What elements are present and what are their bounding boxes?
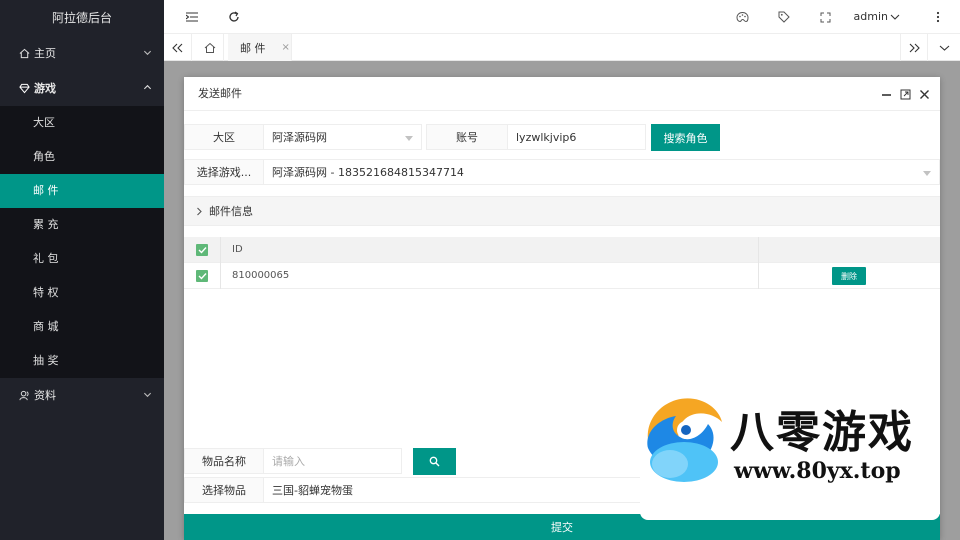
user-menu[interactable]: admin <box>854 0 900 34</box>
user-icon <box>16 390 32 401</box>
watermark-title: 八零游戏 <box>730 407 914 458</box>
select-item-select[interactable]: 三国-貂蝉宠物蛋 <box>264 477 644 503</box>
table-header: ID <box>184 237 940 263</box>
account-label: 账号 <box>426 124 508 150</box>
watermark-url: www.80yx.top <box>734 458 901 484</box>
select-item-row: 选择物品 三国-貂蝉宠物蛋 <box>184 477 644 505</box>
user-name: admin <box>853 10 888 23</box>
sidebar-item-label: 主页 <box>34 47 56 60</box>
dialog-title-bar: 发送邮件 <box>184 77 940 111</box>
caret-down-icon <box>923 171 931 176</box>
theme-icon[interactable] <box>732 0 752 34</box>
row-checkbox[interactable] <box>196 270 208 282</box>
tab-mail[interactable]: 邮 件 × <box>228 34 292 61</box>
select-role-select[interactable]: 阿泽源码网 - 183521684815347714 <box>264 159 940 185</box>
refresh-icon[interactable] <box>224 0 244 34</box>
sidebar-item-shop[interactable]: 商 城 <box>0 310 164 344</box>
column-divider <box>220 237 221 263</box>
top-header: admin <box>164 0 960 34</box>
tab-label: 邮 件 <box>240 41 266 55</box>
mail-info-label: 邮件信息 <box>209 205 253 218</box>
select-role-label: 选择游戏... <box>184 159 264 185</box>
select-role-row: 选择游戏... 阿泽源码网 - 183521684815347714 <box>184 159 940 187</box>
sidebar: 阿拉德后台 主页 游戏 大区 角色 邮 件 累 充 礼 包 特 权 商 城 抽 … <box>0 0 164 540</box>
sidebar-item-region[interactable]: 大区 <box>0 106 164 140</box>
maximize-icon[interactable] <box>900 89 911 100</box>
watermark: 八零游戏 www.80yx.top <box>640 380 940 520</box>
select-all-checkbox[interactable] <box>196 244 208 256</box>
tabs-bar: 邮 件 × <box>164 34 960 61</box>
menu-toggle-icon[interactable] <box>182 0 202 34</box>
region-select-value: 阿泽源码网 <box>272 131 327 144</box>
tabs-scroll-right-icon[interactable] <box>900 34 928 61</box>
chevron-down-icon <box>890 13 900 21</box>
region-label: 大区 <box>184 124 264 150</box>
column-header-id: ID <box>232 244 243 255</box>
close-icon[interactable] <box>919 89 930 100</box>
sidebar-item-lottery[interactable]: 抽 奖 <box>0 344 164 378</box>
delete-button[interactable]: 删除 <box>832 267 866 285</box>
sidebar-item-gift[interactable]: 礼 包 <box>0 242 164 276</box>
minimize-icon[interactable] <box>881 89 892 100</box>
sidebar-group-game: 游戏 大区 角色 邮 件 累 充 礼 包 特 权 商 城 抽 奖 <box>0 71 164 378</box>
row-id: 810000065 <box>232 270 290 281</box>
item-search-button[interactable] <box>413 448 456 475</box>
sidebar-item-mail[interactable]: 邮 件 <box>0 174 164 208</box>
column-divider <box>758 263 759 289</box>
more-vertical-icon[interactable] <box>930 0 946 34</box>
sidebar-item-privilege[interactable]: 特 权 <box>0 276 164 310</box>
home-icon <box>16 48 32 59</box>
sidebar-item-recharge[interactable]: 累 充 <box>0 208 164 242</box>
column-divider <box>758 237 759 263</box>
region-account-row: 大区 阿泽源码网 账号 lyzwlkjvip6 搜索角色 <box>184 124 720 152</box>
tabs-scroll-left-icon[interactable] <box>164 34 192 61</box>
app-brand: 阿拉德后台 <box>51 11 112 25</box>
chevron-up-icon <box>143 71 152 106</box>
select-item-label: 选择物品 <box>184 477 264 503</box>
region-select[interactable]: 阿泽源码网 <box>264 124 422 150</box>
item-name-label: 物品名称 <box>184 448 264 474</box>
item-name-row: 物品名称 请输入 <box>184 448 456 476</box>
sidebar-item-role[interactable]: 角色 <box>0 140 164 174</box>
table-row: 810000065 删除 <box>184 263 940 289</box>
sidebar-item-game[interactable]: 游戏 <box>0 71 164 106</box>
select-role-value: 阿泽源码网 - 183521684815347714 <box>272 166 464 179</box>
sidebar-item-home[interactable]: 主页 <box>0 36 164 71</box>
caret-down-icon <box>405 136 413 141</box>
diamond-icon <box>16 83 32 94</box>
fullscreen-icon[interactable] <box>815 0 835 34</box>
close-icon[interactable]: × <box>282 42 290 53</box>
sidebar-item-label: 游戏 <box>34 82 56 95</box>
dialog-title: 发送邮件 <box>198 87 242 100</box>
search-icon <box>429 456 440 467</box>
item-name-input[interactable]: 请输入 <box>264 448 402 474</box>
chevron-down-icon <box>143 36 152 71</box>
tab-home-icon[interactable] <box>196 34 224 61</box>
tabs-dropdown-icon[interactable] <box>930 34 958 61</box>
sidebar-submenu-game: 大区 角色 邮 件 累 充 礼 包 特 权 商 城 抽 奖 <box>0 106 164 378</box>
chevron-down-icon <box>143 378 152 413</box>
watermark-logo-icon <box>642 390 726 490</box>
column-divider <box>220 263 221 289</box>
chevron-right-icon <box>196 207 203 216</box>
mail-info-collapse[interactable]: 邮件信息 <box>184 196 940 226</box>
role-table: ID 810000065 删除 <box>184 237 940 289</box>
tag-icon[interactable] <box>774 0 794 34</box>
sidebar-item-profile[interactable]: 资料 <box>0 378 164 413</box>
search-role-button[interactable]: 搜索角色 <box>651 124 720 151</box>
sidebar-item-label: 资料 <box>34 389 56 402</box>
account-input[interactable]: lyzwlkjvip6 <box>508 124 646 150</box>
